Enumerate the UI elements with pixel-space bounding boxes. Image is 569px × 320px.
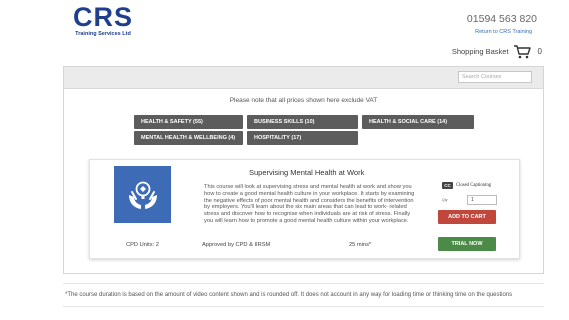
cc-label: Closed Captioning	[456, 183, 492, 188]
course-description: This course will look at supervising str…	[204, 184, 415, 224]
course-catalog-panel: Please note that all prices shown here e…	[63, 66, 544, 274]
course-card: Supervising Mental Health at Work This c…	[89, 159, 520, 259]
cpd-units: CPD Units: 2	[126, 242, 159, 248]
category-health-safety[interactable]: HEALTH & SAFETY (55)	[134, 115, 243, 129]
trial-now-button[interactable]: TRIAL NOW	[438, 237, 496, 251]
basket-count: 0	[537, 47, 542, 56]
divider	[63, 283, 544, 284]
category-mental-health[interactable]: MENTAL HEALTH & WELLBEING (4)	[134, 131, 243, 145]
category-business-skills[interactable]: BUSINESS SKILLS (10)	[247, 115, 358, 129]
logo-text: CRS	[72, 2, 133, 32]
cc-icon: CC	[442, 182, 453, 189]
quantity-input[interactable]	[467, 195, 497, 205]
course-image[interactable]	[114, 166, 171, 223]
cart-icon	[513, 44, 531, 59]
logo-subtext: Training Services Ltd	[75, 31, 131, 37]
search-input[interactable]	[458, 71, 532, 83]
approval-text: Approved by CPD & IIRSM	[202, 242, 271, 248]
divider	[63, 306, 544, 307]
course-title[interactable]: Supervising Mental Health at Work	[249, 168, 364, 177]
course-duration: 25 mins*	[349, 242, 372, 248]
add-to-cart-button[interactable]: ADD TO CART	[438, 210, 496, 224]
toolbar	[64, 67, 543, 89]
closed-captioning: CC Closed Captioning	[442, 182, 491, 189]
return-link[interactable]: Return to CRS Training	[475, 29, 532, 35]
mental-health-hands-icon	[128, 181, 157, 209]
category-hospitality[interactable]: HOSPITALITY (17)	[247, 131, 358, 145]
duration-footnote: *The course duration is based on the amo…	[65, 292, 513, 298]
basket-label: Shopping Basket	[451, 47, 509, 56]
quantity-label: Qty	[442, 198, 448, 202]
phone-number: 01594 563 820	[466, 13, 537, 25]
shopping-basket[interactable]: Shopping Basket 0	[452, 44, 542, 59]
category-health-social-care[interactable]: HEALTH & SOCIAL CARE (14)	[362, 115, 474, 129]
company-logo[interactable]: CRS Training Services Ltd	[68, 2, 138, 38]
vat-note: Please note that all prices shown here e…	[229, 97, 378, 104]
